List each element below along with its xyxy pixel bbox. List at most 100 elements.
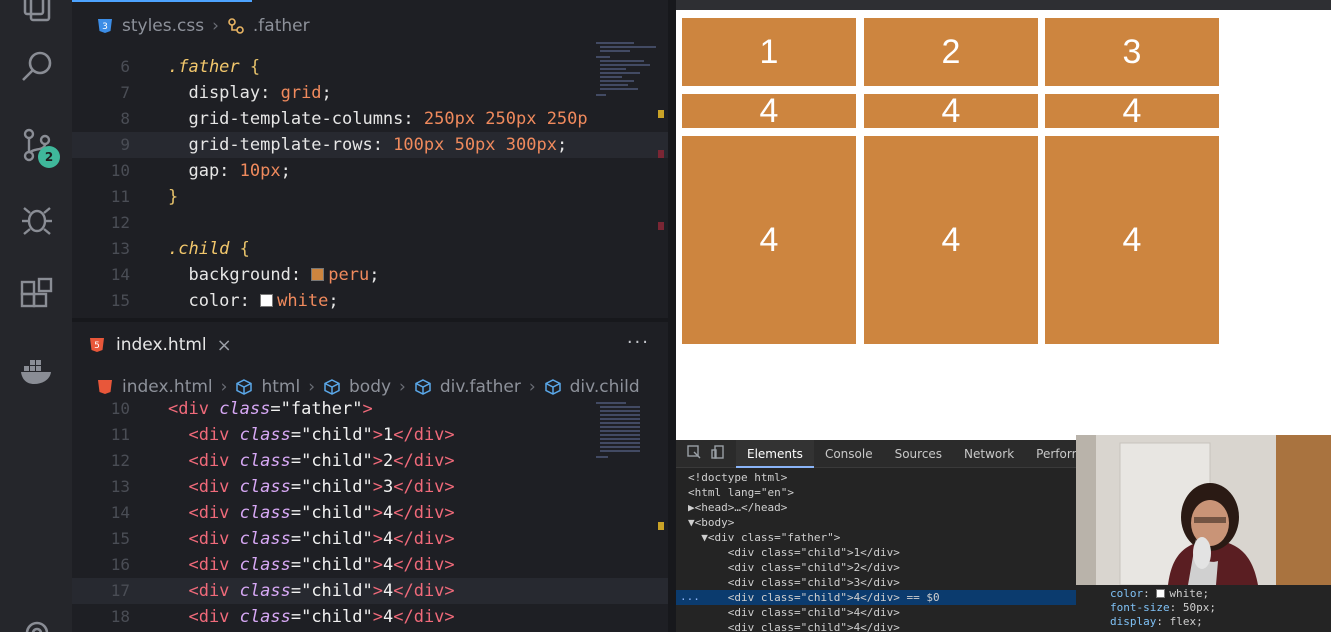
code-line[interactable]: 10 <div class="father"> xyxy=(72,396,668,422)
breadcrumb-item[interactable]: html xyxy=(261,377,300,397)
line-number: 14 xyxy=(110,265,130,284)
close-icon[interactable]: × xyxy=(217,335,232,356)
dom-node[interactable]: <div class="child">2</div> xyxy=(676,560,1076,575)
color-swatch-icon[interactable] xyxy=(311,268,325,281)
dom-node[interactable]: <div class="child">3</div> xyxy=(676,575,1076,590)
dom-ellipsis[interactable]: ... xyxy=(680,590,700,603)
dom-node[interactable]: <html lang="en"> xyxy=(676,485,1076,500)
code-text: grid-template-rows: 100px 50px 300px; xyxy=(168,132,567,158)
code-token: 10px xyxy=(239,161,281,181)
code-line[interactable]: 7 display: grid; xyxy=(72,80,668,106)
code-line[interactable]: 14 <div class="child">4</div> xyxy=(72,500,668,526)
code-token: { xyxy=(239,57,261,77)
dom-node[interactable]: <div class="child">4</div> == $0 xyxy=(676,590,1076,605)
code-token: </div> xyxy=(393,425,455,445)
breadcrumb[interactable]: 3 styles.css › .father xyxy=(96,13,310,39)
line-number: 10 xyxy=(110,161,130,180)
style-declaration[interactable]: display: flex; xyxy=(1110,615,1203,629)
code-line[interactable]: 14 background: peru; xyxy=(72,262,668,288)
code-token: class xyxy=(239,425,291,445)
more-actions-icon[interactable]: ··· xyxy=(627,332,650,353)
child-cell: 3 xyxy=(1045,18,1219,86)
code-token: </div> xyxy=(393,503,455,523)
code-line[interactable]: 18 <div class="child">4</div> xyxy=(72,604,668,630)
code-token: ; xyxy=(328,291,339,311)
breadcrumb-item[interactable]: div.father xyxy=(440,377,521,397)
style-declaration[interactable]: color: white; xyxy=(1110,587,1209,601)
code-token: <div xyxy=(168,503,240,523)
browser-viewport: 123444444 xyxy=(676,0,1331,440)
selector-icon xyxy=(227,17,245,35)
dom-node[interactable]: ▶<head>…</head> xyxy=(676,500,1076,515)
css-editor[interactable]: 3 styles.css › .father 6 .father {7 displ… xyxy=(72,0,668,318)
devtools-tab-network[interactable]: Network xyxy=(953,440,1025,468)
dom-node[interactable]: ▼<div class="father"> xyxy=(676,530,1076,545)
style-property: font-size xyxy=(1110,601,1170,614)
window-divider[interactable] xyxy=(668,0,676,632)
code-line[interactable]: 13 .child { xyxy=(72,236,668,262)
devtools-tab-sources[interactable]: Sources xyxy=(884,440,953,468)
code-token: </div> xyxy=(393,451,455,471)
code-token: <div xyxy=(168,529,240,549)
code-token: <div xyxy=(168,607,240,627)
code-token: <div xyxy=(168,399,220,419)
code-line[interactable]: 15 color: white; xyxy=(72,288,668,314)
line-number: 16 xyxy=(110,555,130,574)
breadcrumb-item[interactable]: div.child xyxy=(570,377,640,397)
tab-index-html[interactable]: 5 index.html × xyxy=(72,322,248,368)
code-text: <div class="father"> xyxy=(168,396,373,422)
code-line[interactable]: 17 <div class="child">4</div> xyxy=(72,578,668,604)
dom-node[interactable]: <div class="child">1</div> xyxy=(676,545,1076,560)
explorer-icon[interactable] xyxy=(18,0,56,24)
code-line[interactable]: 15 <div class="child">4</div> xyxy=(72,526,668,552)
html-editor[interactable]: 5 index.html × ··· index.html › html › body ›… xyxy=(72,322,668,632)
chevron-right-icon: › xyxy=(212,16,219,36)
line-number: 8 xyxy=(120,109,130,128)
color-swatch-icon[interactable] xyxy=(260,294,274,307)
code-line[interactable]: 12 <div class="child">2</div> xyxy=(72,448,668,474)
devtools-tab-elements[interactable]: Elements xyxy=(736,439,814,468)
dom-node[interactable]: <div class="child">4</div> xyxy=(676,620,1076,632)
code-line[interactable]: 12 xyxy=(72,210,668,236)
element-cube-icon xyxy=(323,378,341,396)
code-line[interactable]: 13 <div class="child">3</div> xyxy=(72,474,668,500)
search-icon[interactable] xyxy=(18,48,56,86)
inspect-element-icon[interactable] xyxy=(686,444,702,464)
line-number: 17 xyxy=(110,581,130,600)
device-toggle-icon[interactable] xyxy=(710,444,726,464)
line-number: 13 xyxy=(110,239,130,258)
scrollbar-marker xyxy=(658,222,664,230)
code-text: } xyxy=(168,184,178,210)
color-swatch-icon[interactable] xyxy=(1156,589,1166,598)
settings-icon[interactable] xyxy=(18,614,56,632)
code-token: ; xyxy=(321,83,332,103)
dom-node[interactable]: ▼<body> xyxy=(676,515,1076,530)
code-line[interactable]: 9 grid-template-rows: 100px 50px 300px; xyxy=(72,132,668,158)
breadcrumb-item[interactable]: index.html xyxy=(122,377,213,397)
styles-pane[interactable]: color: white; font-size: 50px; display: fl… xyxy=(1076,585,1331,632)
style-property: display xyxy=(1110,615,1157,628)
code-line[interactable]: 11} xyxy=(72,184,668,210)
code-line[interactable]: 16 <div class="child">4</div> xyxy=(72,552,668,578)
code-line[interactable]: 10 gap: 10px; xyxy=(72,158,668,184)
breadcrumb-item[interactable]: body xyxy=(349,377,391,397)
extensions-icon[interactable] xyxy=(18,276,56,314)
child-cell: 4 xyxy=(864,136,1038,344)
breadcrumb-file[interactable]: styles.css xyxy=(122,16,204,36)
dom-node[interactable]: <!doctype html> xyxy=(676,470,1076,485)
code-line[interactable]: 8 grid-template-columns: 250px 250px 250… xyxy=(72,106,668,132)
breadcrumb-symbol[interactable]: .father xyxy=(253,16,310,36)
code-token: </div> xyxy=(393,529,455,549)
code-line[interactable]: 6 .father { xyxy=(72,54,668,80)
debug-icon[interactable] xyxy=(18,200,56,238)
devtools-tab-console[interactable]: Console xyxy=(814,440,884,468)
style-declaration[interactable]: font-size: 50px; xyxy=(1110,601,1216,615)
docker-icon[interactable] xyxy=(18,352,56,390)
code-line[interactable]: 11 <div class="child">1</div> xyxy=(72,422,668,448)
webcam-video xyxy=(1076,435,1331,585)
code-token: </div> xyxy=(393,477,455,497)
code-token: class xyxy=(239,555,291,575)
line-number: 12 xyxy=(110,213,130,232)
dom-node[interactable]: <div class="child">4</div> xyxy=(676,605,1076,620)
code-text: .father { xyxy=(168,54,260,80)
